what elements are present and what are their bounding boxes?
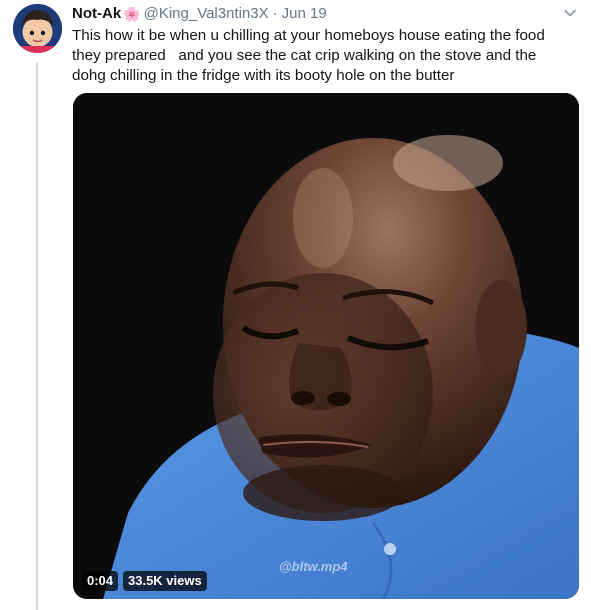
video-watermark: @bltw.mp4 [279,559,348,574]
avatar-image [13,4,62,53]
avatar[interactable] [13,4,62,53]
user-handle[interactable]: @King_Val3ntin3X [144,4,269,24]
display-name[interactable]: Not-Ak [72,4,121,24]
tweet-date[interactable]: Jun 19 [282,4,327,24]
video-frame [73,93,579,599]
avatar-column [13,4,62,53]
tweet[interactable]: Not-Ak 🌸 @King_Val3ntin3X · Jun 19 This … [0,0,591,610]
tweet-text: This how it be when u chilling at your h… [72,27,545,84]
tweet-header: Not-Ak 🌸 @King_Val3ntin3X · Jun 19 [72,4,577,24]
video-player[interactable]: @bltw.mp4 0:04 33.5K views [73,93,579,599]
chevron-down-icon[interactable] [563,6,577,20]
thread-line [36,62,38,610]
video-views-badge: 33.5K views [123,571,207,591]
flower-emoji: 🌸 [123,6,141,22]
separator-dot: · [272,5,278,22]
video-duration-badge: 0:04 [82,571,119,591]
